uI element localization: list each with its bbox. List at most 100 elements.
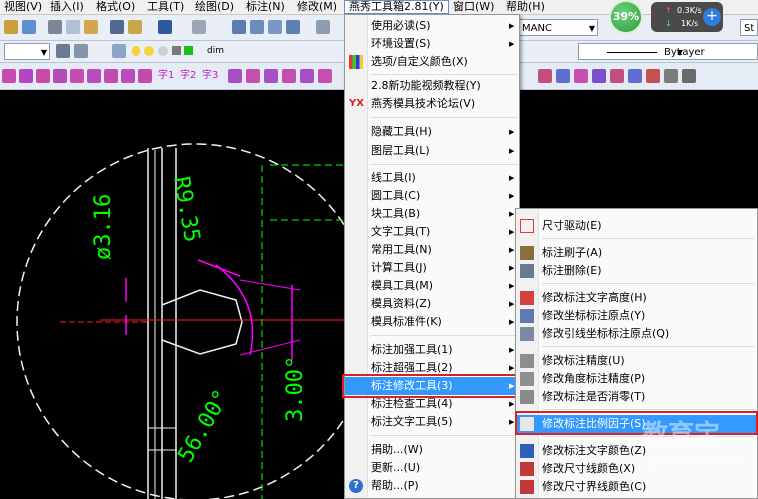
zoom-realtime-icon[interactable] xyxy=(250,20,264,34)
linetype-combo[interactable]: ByLayer ▼ xyxy=(578,43,758,60)
menu-tools[interactable]: 工具(T) xyxy=(143,0,188,14)
menu-dimension[interactable]: 标注(N) xyxy=(242,0,289,14)
sun-icon[interactable] xyxy=(144,46,154,56)
redo-icon[interactable] xyxy=(192,20,206,34)
zoom-window-icon[interactable] xyxy=(268,20,282,34)
submenu-item-dim-drive[interactable]: 尺寸驱动(E) xyxy=(516,217,757,235)
submenu-item-precision[interactable]: 修改标注精度(U) xyxy=(516,352,757,370)
tool-icon[interactable] xyxy=(300,69,314,83)
tool-icon[interactable] xyxy=(53,69,67,83)
layer-previous-icon[interactable] xyxy=(74,44,88,58)
tool-icon[interactable] xyxy=(556,69,570,83)
brush-tool-icon[interactable] xyxy=(128,20,142,34)
copy-icon[interactable] xyxy=(66,20,80,34)
text-style-2-button[interactable]: 字2 xyxy=(180,69,196,83)
angle-precision-icon xyxy=(520,372,534,386)
properties-icon[interactable] xyxy=(4,20,18,34)
menu-item-hide-tools[interactable]: 隐藏工具(H) ▶ xyxy=(345,123,519,141)
dim-style-combo[interactable]: St xyxy=(740,19,758,36)
tool-icon[interactable] xyxy=(610,69,624,83)
menu-item-help[interactable]: ? 帮助...(P) xyxy=(345,477,519,495)
menu-item-common-tools[interactable]: 常用工具(N) ▶ xyxy=(345,241,519,259)
text-style-combo[interactable]: MANC ▼ xyxy=(518,19,598,36)
match-properties-icon[interactable] xyxy=(110,20,124,34)
tool-icon[interactable] xyxy=(538,69,552,83)
menu-item-video-tutorial[interactable]: 2.8新功能视频教程(Y) xyxy=(345,77,519,95)
submenu-arrow-icon: ▶ xyxy=(509,264,515,272)
tool-icon[interactable] xyxy=(282,69,296,83)
tool-icon[interactable] xyxy=(318,69,332,83)
menu-view[interactable]: 视图(V) xyxy=(0,0,46,14)
submenu-item-coord-origin[interactable]: 修改坐标标注原点(Y) xyxy=(516,307,757,325)
menu-item-mold-data[interactable]: 模具资料(Z) ▶ xyxy=(345,295,519,313)
paste-icon[interactable] xyxy=(84,20,98,34)
tool-icon[interactable] xyxy=(228,69,242,83)
menu-item-env-settings[interactable]: 环境设置(S) ▶ xyxy=(345,35,519,53)
tool-icon[interactable] xyxy=(246,69,260,83)
menu-draw[interactable]: 绘图(D) xyxy=(191,0,238,14)
menu-item-donate[interactable]: 捐助...(W) xyxy=(345,441,519,459)
menu-item-mold-tools[interactable]: 模具工具(M) ▶ xyxy=(345,277,519,295)
menu-item-must-read[interactable]: 使用必读(S) ▶ xyxy=(345,17,519,35)
menu-item-forum[interactable]: YX 燕秀模具技术论坛(V) xyxy=(345,95,519,113)
tool-icon[interactable] xyxy=(574,69,588,83)
submenu-item-angle-precision[interactable]: 修改角度标注精度(P) xyxy=(516,370,757,388)
pan-icon[interactable] xyxy=(232,20,246,34)
menu-item-mold-standard-parts[interactable]: 模具标准件(K) ▶ xyxy=(345,313,519,331)
menu-item-text-tools[interactable]: 文字工具(T) ▶ xyxy=(345,223,519,241)
menu-yanxiu-toolbox[interactable]: 燕秀工具箱2.81(Y) xyxy=(344,0,449,14)
tool-icon[interactable] xyxy=(104,69,118,83)
menu-item-circle-tools[interactable]: 圆工具(C) ▶ xyxy=(345,187,519,205)
submenu-item-extline-color[interactable]: 修改尺寸界线颜色(C) xyxy=(516,478,757,496)
tool-icon[interactable] xyxy=(70,69,84,83)
upload-speed: 0.3K/s xyxy=(677,6,702,15)
menu-help[interactable]: 帮助(H) xyxy=(502,0,549,14)
tool-icon[interactable] xyxy=(592,69,606,83)
submenu-item-dim-brush[interactable]: 标注刷子(A) xyxy=(516,244,757,262)
menu-item-block-tools[interactable]: 块工具(B) ▶ xyxy=(345,205,519,223)
tool-icon[interactable] xyxy=(19,69,33,83)
lock-icon[interactable] xyxy=(158,46,168,56)
menu-insert[interactable]: 插入(I) xyxy=(46,0,88,14)
zoom-previous-icon[interactable] xyxy=(286,20,300,34)
menu-modify[interactable]: 修改(M) xyxy=(293,0,341,14)
submenu-item-dim-delete[interactable]: 标注删除(E) xyxy=(516,262,757,280)
toolbar-misc-icon[interactable] xyxy=(316,20,330,34)
tool-icon[interactable] xyxy=(121,69,135,83)
tool-icon[interactable] xyxy=(682,69,696,83)
watermark-url: JIAOYUBAO.CN xyxy=(648,456,742,467)
menu-item-custom-color[interactable]: 选项/自定义颜色(X) xyxy=(345,53,519,71)
add-icon[interactable]: + xyxy=(703,8,721,26)
submenu-item-leader-origin[interactable]: 修改引线坐标标注原点(Q) xyxy=(516,325,757,343)
menu-format[interactable]: 格式(O) xyxy=(92,0,139,14)
tool-icon[interactable] xyxy=(628,69,642,83)
tool-icon[interactable] xyxy=(36,69,50,83)
tool-icon[interactable] xyxy=(264,69,278,83)
plot-icon[interactable] xyxy=(172,46,181,55)
menu-window[interactable]: 窗口(W) xyxy=(449,0,498,14)
layer-color-swatch[interactable] xyxy=(184,46,193,55)
layer-stack-icon[interactable] xyxy=(112,44,126,58)
memory-usage-badge[interactable]: 39% xyxy=(607,0,667,34)
text-style-3-button[interactable]: 字3 xyxy=(202,69,218,83)
menu-item-calc-tools[interactable]: 计算工具(J) ▶ xyxy=(345,259,519,277)
submenu-item-zero-suppress[interactable]: 修改标注是否消零(T) xyxy=(516,388,757,406)
menu-item-line-tools[interactable]: 线工具(I) ▶ xyxy=(345,169,519,187)
design-center-icon[interactable] xyxy=(22,20,36,34)
tool-icon[interactable] xyxy=(646,69,660,83)
undo-icon[interactable] xyxy=(158,20,172,34)
layer-manager-icon[interactable] xyxy=(56,44,70,58)
tool-icon[interactable] xyxy=(87,69,101,83)
lightbulb-icon[interactable] xyxy=(132,46,140,56)
menu-item-update[interactable]: 更新...(U) xyxy=(345,459,519,477)
menu-item-dim-enhance[interactable]: 标注加强工具(1) ▶ xyxy=(345,341,519,359)
tool-icon[interactable] xyxy=(664,69,678,83)
submenu-item-text-height[interactable]: 修改标注文字高度(H) xyxy=(516,289,757,307)
tool-icon[interactable] xyxy=(138,69,152,83)
text-style-1-button[interactable]: 字1 xyxy=(158,69,174,83)
workspace-combo[interactable]: ▼ xyxy=(4,43,50,60)
menu-item-layer-tools[interactable]: 图层工具(L) ▶ xyxy=(345,142,519,160)
menu-item-dim-text[interactable]: 标注文字工具(5) ▶ xyxy=(345,413,519,431)
tool-icon[interactable] xyxy=(2,69,16,83)
cut-icon[interactable] xyxy=(48,20,62,34)
